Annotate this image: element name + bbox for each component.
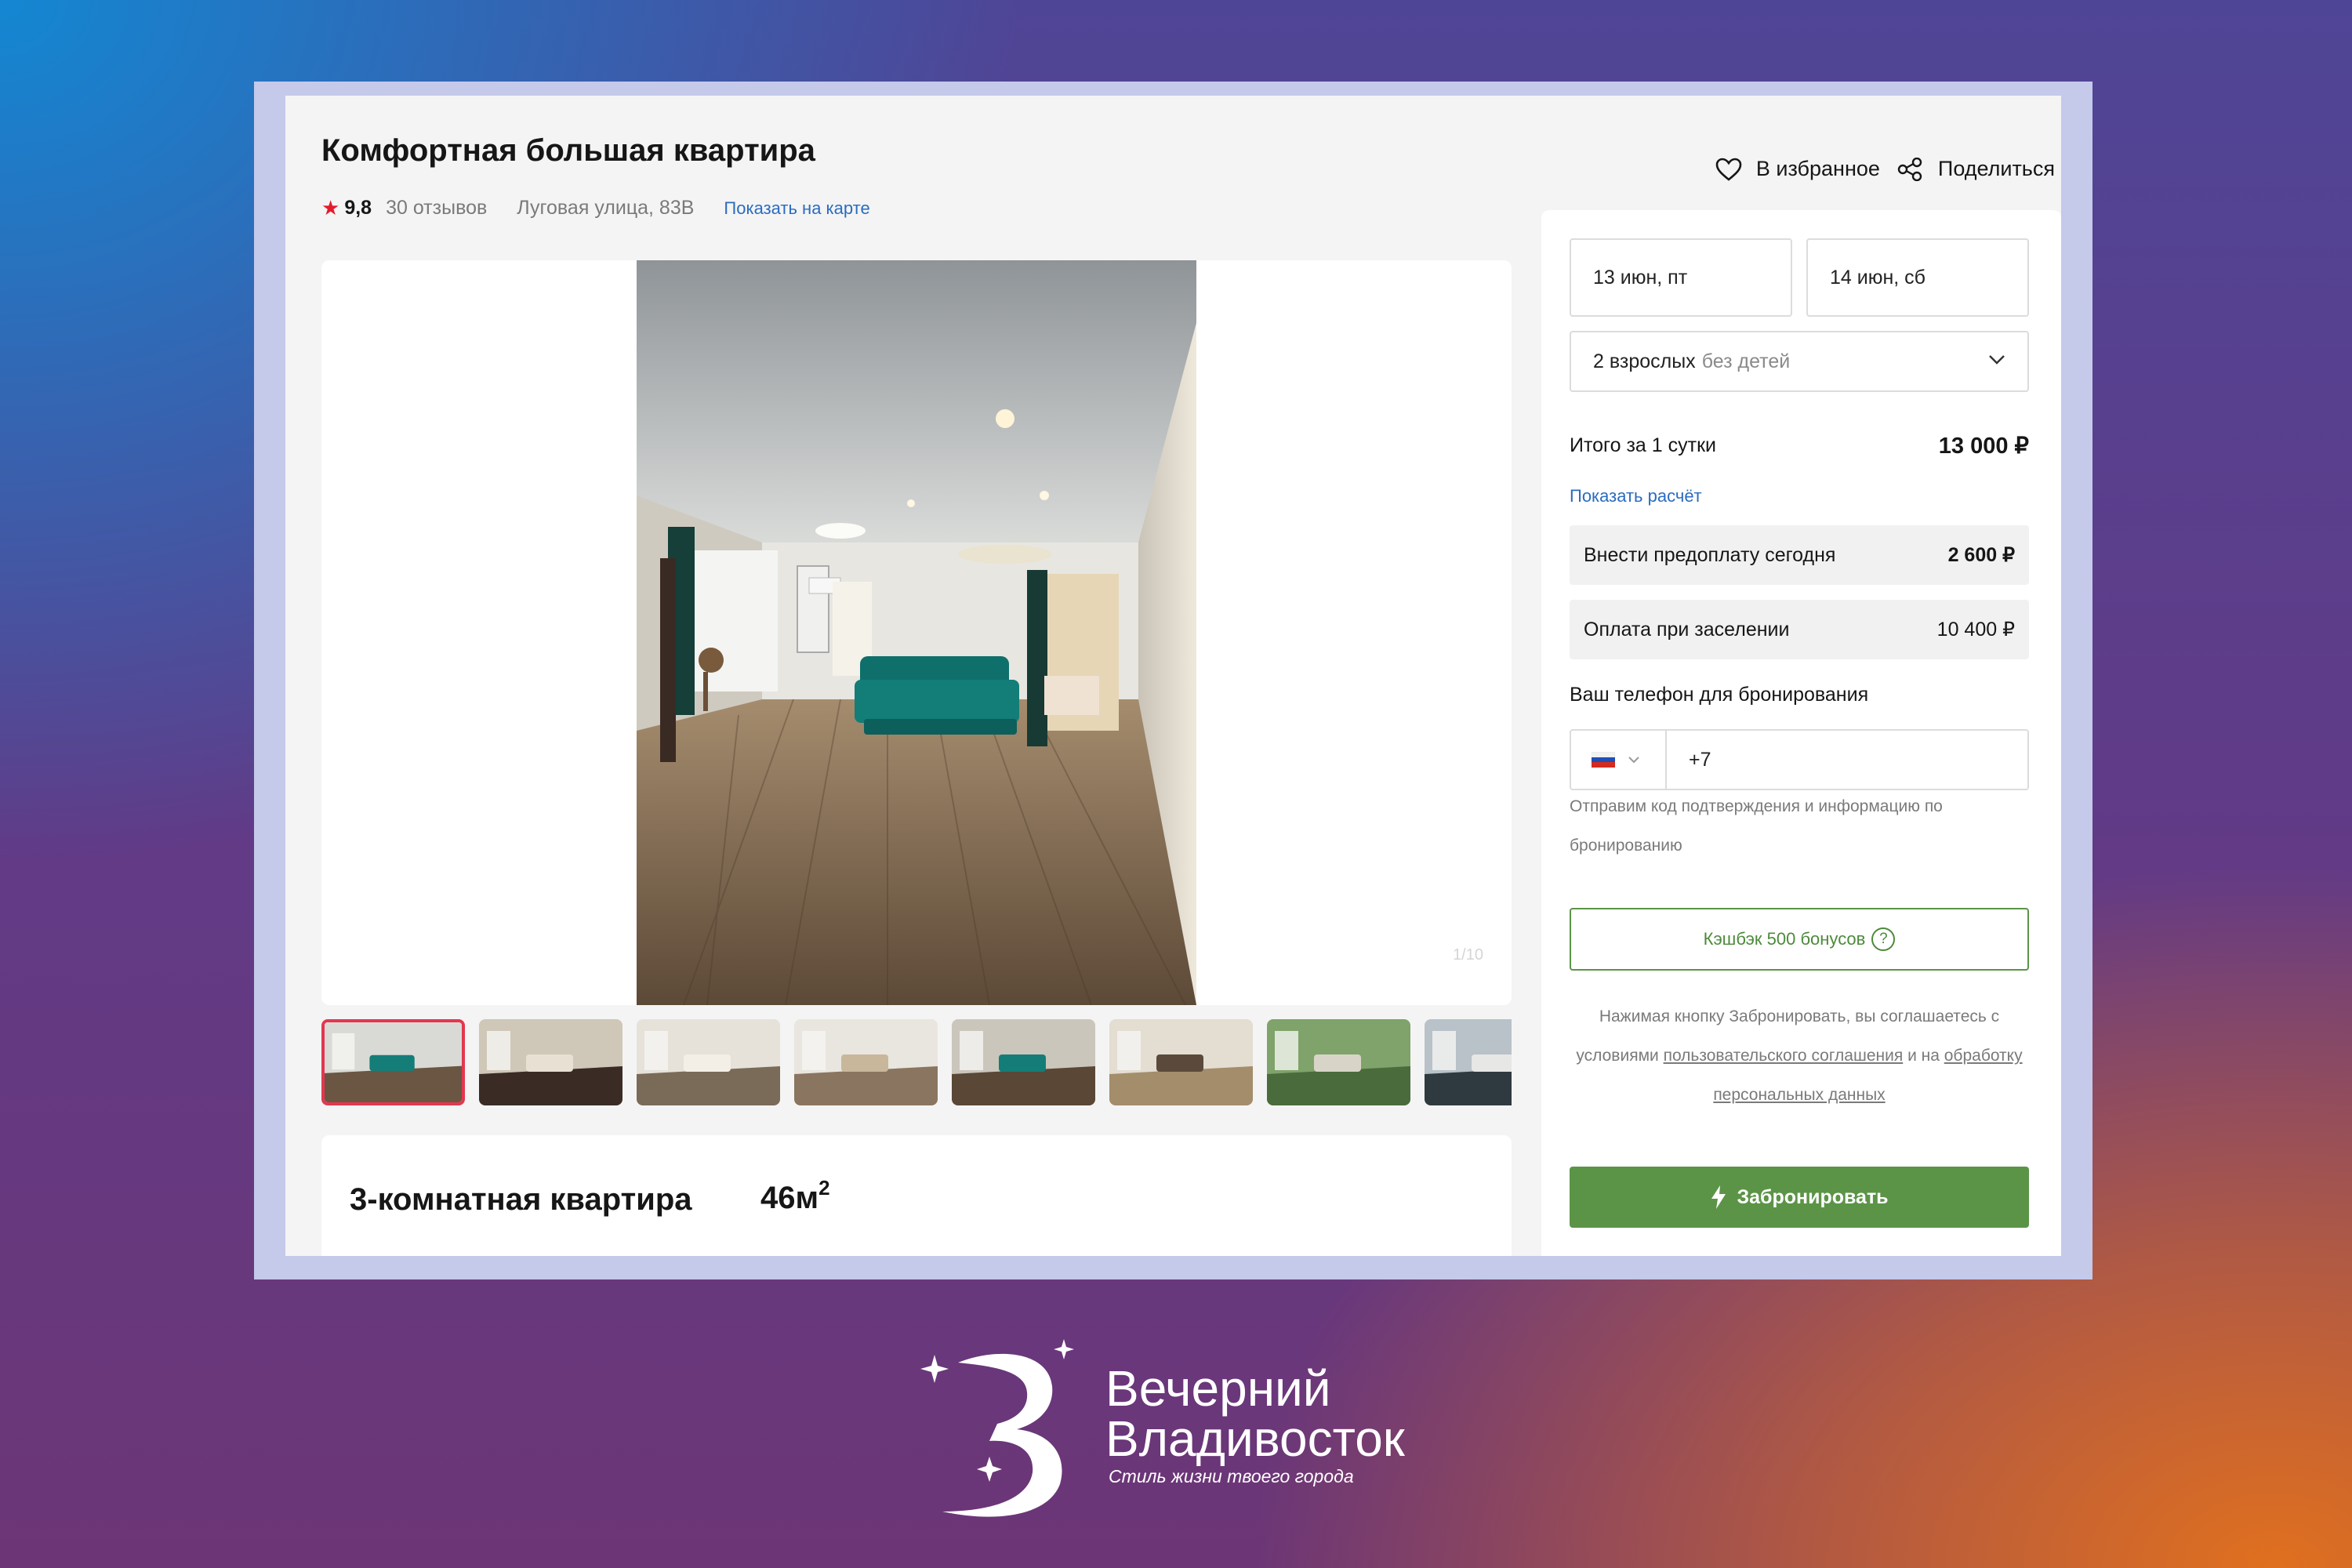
total-label: Итого за 1 сутки (1570, 434, 1716, 456)
checkin-payment-label: Оплата при заселении (1584, 618, 1790, 641)
listing-title: Комфортная большая квартира (321, 133, 815, 168)
thumbnail-4[interactable] (794, 1019, 938, 1105)
lightning-icon (1711, 1185, 1726, 1209)
show-on-map-link[interactable]: Показать на карте (724, 198, 869, 219)
cashback-button[interactable]: Кэшбэк 500 бонусов ? (1570, 908, 2029, 971)
cashback-label: Кэшбэк 500 бонусов (1703, 929, 1866, 949)
checkin-payment-row: Оплата при заселении 10 400 ₽ (1570, 600, 2029, 659)
user-agreement-link[interactable]: пользовательского соглашения (1664, 1047, 1904, 1065)
thumbnail-image (637, 1019, 780, 1105)
phone-field: +7 (1570, 729, 2029, 790)
thumbnail-6[interactable] (1109, 1019, 1253, 1105)
help-icon[interactable]: ? (1871, 927, 1896, 951)
children-value: без детей (1701, 350, 1791, 372)
thumbnail-image (1109, 1019, 1253, 1105)
guests-select[interactable]: 2 взрослых без детей (1570, 331, 2029, 392)
booking-panel: 13 июн, пт 14 июн, сб 2 взрослых без дет… (1541, 210, 2061, 1256)
main-photo[interactable] (637, 260, 1196, 1005)
phone-hint: Отправим код подтверждения и информацию … (1570, 797, 1943, 855)
book-button-label: Забронировать (1737, 1185, 1889, 1208)
country-select[interactable] (1571, 731, 1667, 789)
prepay-value: 2 600 ₽ (1947, 544, 2015, 566)
thumbnail-5[interactable] (952, 1019, 1095, 1105)
favorite-button[interactable]: В избранное (1715, 157, 1880, 181)
rooms-label: 3-комнатная квартира (350, 1182, 692, 1217)
thumbnail-1[interactable] (321, 1019, 465, 1105)
area-value: 46м (760, 1181, 819, 1215)
russia-flag-icon (1592, 752, 1615, 768)
prepay-row: Внести предоплату сегодня 2 600 ₽ (1570, 525, 2029, 585)
thumbnail-image (479, 1019, 622, 1105)
apartment-details: 3-комнатная квартира 46м2 (321, 1135, 1512, 1256)
brand-mark-icon (920, 1339, 1074, 1517)
brand-line-1: Вечерний (1105, 1360, 1331, 1417)
photo-gallery[interactable]: 1/10 (321, 260, 1512, 1005)
rating-value: 9,8 (344, 197, 372, 219)
checkout-date-field[interactable]: 14 июн, сб (1806, 238, 2029, 317)
phone-input[interactable]: +7 (1667, 749, 1711, 771)
chevron-down-icon (1628, 757, 1639, 764)
book-button[interactable]: Забронировать (1570, 1167, 2029, 1228)
show-calculation-link[interactable]: Показать расчёт (1570, 486, 1702, 506)
checkout-date-value: 14 июн, сб (1830, 266, 1926, 289)
address: Луговая улица, 83В (517, 197, 695, 219)
area-superscript: 2 (818, 1176, 830, 1200)
thumbnail-image (1267, 1019, 1410, 1105)
chevron-down-icon (1989, 355, 2005, 365)
guests-value: 2 взрослых (1593, 350, 1696, 372)
brand-logo: Вечерний Владивосток Стиль жизни твоего … (911, 1331, 1421, 1519)
area-label: 46м2 (760, 1176, 830, 1216)
reviews-link[interactable]: 30 отзывов (386, 197, 487, 220)
brand-line-2: Владивосток (1105, 1410, 1405, 1467)
agreement-mid: и на (1907, 1047, 1940, 1065)
screenshot-frame: Комфортная большая квартира ★ 9,8 30 отз… (254, 82, 2092, 1279)
listing-meta: ★ 9,8 30 отзывов Луговая улица, 83В Пока… (321, 196, 870, 220)
heart-icon (1715, 158, 1742, 181)
total-row: Итого за 1 сутки 13 000 ₽ (1570, 430, 2029, 461)
share-label: Поделиться (1937, 157, 2055, 180)
share-icon (1897, 157, 1922, 181)
listing-actions: В избранное Поделиться (1698, 157, 2055, 181)
phone-label: Ваш телефон для бронирования (1570, 684, 1869, 706)
thumbnail-image (325, 1022, 462, 1102)
star-icon: ★ (321, 196, 340, 220)
thumbnail-2[interactable] (479, 1019, 622, 1105)
thumbnail-image (1425, 1019, 1512, 1105)
agreement-text: Нажимая кнопку Забронировать, вы соглаша… (1570, 997, 2029, 1115)
thumbnail-8[interactable] (1425, 1019, 1512, 1105)
share-button[interactable]: Поделиться (1897, 157, 2055, 181)
checkin-payment-value: 10 400 ₽ (1936, 619, 2015, 641)
photo-counter: 1/10 (1453, 946, 1483, 964)
thumbnail-7[interactable] (1267, 1019, 1410, 1105)
brand-tagline: Стиль жизни твоего города (1109, 1466, 1354, 1486)
thumbnail-image (952, 1019, 1095, 1105)
total-value: 13 000 ₽ (1938, 433, 2029, 459)
prepay-label: Внести предоплату сегодня (1584, 543, 1836, 566)
apartment-photo-image (637, 260, 1196, 1005)
listing-page: Комфортная большая квартира ★ 9,8 30 отз… (285, 96, 2061, 1256)
favorite-label: В избранное (1755, 157, 1880, 180)
thumbnail-3[interactable] (637, 1019, 780, 1105)
thumbnail-image (794, 1019, 938, 1105)
checkin-date-field[interactable]: 13 июн, пт (1570, 238, 1792, 317)
thumbnail-strip (321, 1019, 1512, 1105)
checkin-date-value: 13 июн, пт (1593, 266, 1688, 289)
